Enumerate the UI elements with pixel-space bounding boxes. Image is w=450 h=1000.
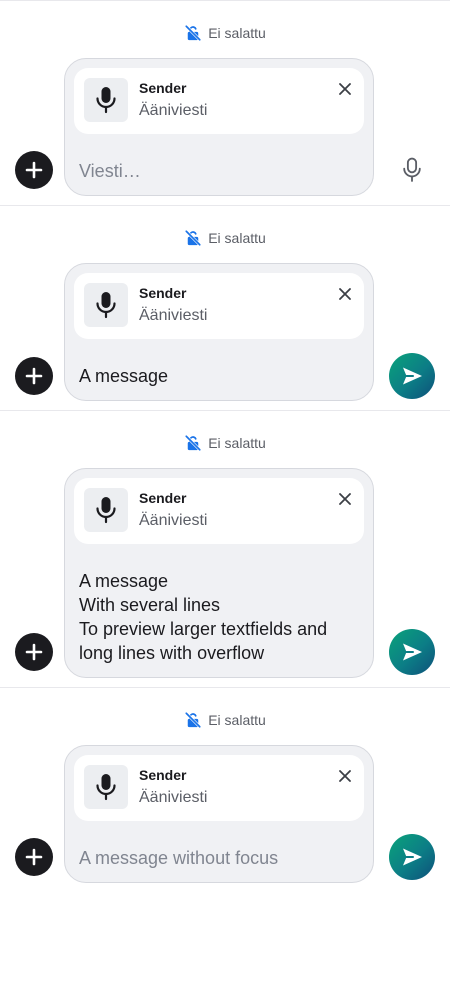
composer-variant: Ei salattu Sender Ääniviesti A message w… (0, 687, 450, 893)
microphone-icon (96, 497, 116, 524)
message-composer: Sender Ääniviesti A message With several… (64, 468, 374, 678)
microphone-icon (96, 87, 116, 114)
encryption-label: Ei salattu (208, 25, 266, 41)
voice-record-button[interactable] (396, 154, 428, 186)
encryption-status: Ei salattu (0, 710, 450, 730)
send-icon (403, 848, 422, 866)
send-icon (403, 643, 422, 661)
close-reply-button[interactable] (336, 80, 354, 98)
message-composer: Sender Ääniviesti A message (64, 263, 374, 401)
reply-thumbnail (84, 283, 128, 327)
add-attachment-button[interactable] (15, 838, 53, 876)
send-button[interactable] (389, 353, 435, 399)
message-input[interactable]: Viesti… (79, 159, 359, 183)
reply-sender: Sender (139, 767, 187, 783)
composer-variant: Ei salattu Sender Ääniviesti A message (0, 205, 450, 411)
reply-sender: Sender (139, 80, 187, 96)
plus-icon (25, 848, 43, 866)
message-composer: Sender Ääniviesti Viesti… (64, 58, 374, 196)
reply-body: Ääniviesti (139, 789, 208, 806)
add-attachment-button[interactable] (15, 357, 53, 395)
encryption-label: Ei salattu (208, 230, 266, 246)
lock-off-icon (185, 435, 202, 451)
send-button[interactable] (389, 629, 435, 675)
close-icon (339, 493, 351, 505)
reply-sender: Sender (139, 285, 187, 301)
add-attachment-button[interactable] (15, 151, 53, 189)
reply-sender: Sender (139, 490, 187, 506)
reply-thumbnail (84, 78, 128, 122)
plus-icon (25, 643, 43, 661)
close-reply-button[interactable] (336, 490, 354, 508)
close-icon (339, 770, 351, 782)
message-input[interactable]: A message (79, 364, 359, 388)
reply-body: Ääniviesti (139, 102, 208, 119)
reply-preview: Sender Ääniviesti (74, 273, 364, 339)
reply-preview: Sender Ääniviesti (74, 478, 364, 544)
microphone-icon (96, 774, 116, 801)
microphone-icon (96, 292, 116, 319)
composer-variant: Ei salattu Sender Ääniviesti Viesti… (0, 0, 450, 206)
lock-off-icon (185, 230, 202, 246)
plus-icon (25, 367, 43, 385)
encryption-status: Ei salattu (0, 228, 450, 248)
message-composer: Sender Ääniviesti A message without focu… (64, 745, 374, 883)
reply-preview: Sender Ääniviesti (74, 755, 364, 821)
close-reply-button[interactable] (336, 285, 354, 303)
message-input[interactable]: A message With several lines To preview … (79, 569, 359, 665)
send-icon (403, 367, 422, 385)
close-icon (339, 288, 351, 300)
message-input[interactable]: A message without focus (79, 846, 359, 870)
encryption-status: Ei salattu (0, 433, 450, 453)
reply-preview: Sender Ääniviesti (74, 68, 364, 134)
close-icon (339, 83, 351, 95)
encryption-label: Ei salattu (208, 435, 266, 451)
reply-body: Ääniviesti (139, 307, 208, 324)
send-button[interactable] (389, 834, 435, 880)
close-reply-button[interactable] (336, 767, 354, 785)
lock-off-icon (185, 712, 202, 728)
plus-icon (25, 161, 43, 179)
composer-variant: Ei salattu Sender Ääniviesti A message W… (0, 410, 450, 688)
encryption-label: Ei salattu (208, 712, 266, 728)
reply-thumbnail (84, 765, 128, 809)
lock-off-icon (185, 25, 202, 41)
add-attachment-button[interactable] (15, 633, 53, 671)
reply-body: Ääniviesti (139, 512, 208, 529)
microphone-icon (403, 157, 421, 182)
encryption-status: Ei salattu (0, 23, 450, 43)
reply-thumbnail (84, 488, 128, 532)
